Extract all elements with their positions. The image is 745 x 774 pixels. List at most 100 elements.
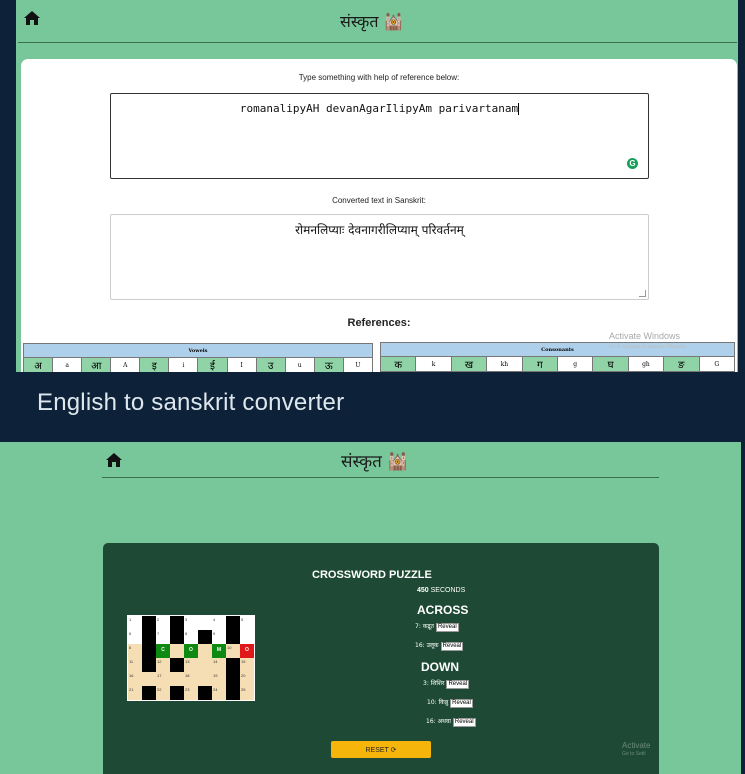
crossword-cell[interactable] bbox=[170, 672, 184, 686]
timer-unit: SECONDS bbox=[430, 587, 466, 594]
crossword-grid: 1 2 3 4 5 6 7 8 9 6 C O M 10 O 11 12 13 14 15 16 17 18 19 20 21 22… bbox=[127, 615, 255, 701]
activate-title: Activate Windows bbox=[609, 331, 681, 341]
reveal-button[interactable]: Reveal bbox=[435, 623, 459, 632]
crossword-block bbox=[142, 658, 156, 672]
crossword-cell[interactable]: 24 bbox=[212, 686, 226, 700]
crossword-cell[interactable]: O bbox=[240, 644, 254, 658]
consonant-cell: ङ bbox=[663, 356, 700, 372]
clue-text: 7: कद्रूत bbox=[415, 623, 434, 630]
roman-input-text: romanalipyAH devanAgarIlipyAm parivartan… bbox=[239, 102, 519, 115]
down-heading: DOWN bbox=[421, 660, 459, 674]
consonant-cell: घ bbox=[592, 356, 629, 372]
cell-number: 13 bbox=[185, 659, 190, 664]
site-title[interactable]: संस्कृत 🕍 bbox=[341, 449, 408, 472]
roman-input-field[interactable]: romanalipyAH devanAgarIlipyAm parivartan… bbox=[110, 93, 649, 179]
home-icon[interactable] bbox=[105, 452, 123, 468]
cell-number: 9 bbox=[213, 631, 216, 636]
reveal-button[interactable]: Reveal bbox=[440, 642, 464, 651]
crossword-cell[interactable]: 2 bbox=[156, 616, 170, 630]
crossword-cell[interactable]: O bbox=[184, 644, 198, 658]
crossword-cell[interactable]: 23 bbox=[184, 686, 198, 700]
crossword-cell[interactable]: 17 bbox=[156, 672, 170, 686]
crossword-cell[interactable]: C bbox=[156, 644, 170, 658]
home-icon[interactable] bbox=[23, 10, 41, 26]
vowel-cell: इ bbox=[139, 357, 170, 372]
crossword-block bbox=[198, 686, 212, 700]
crossword-cell[interactable]: 19 bbox=[212, 672, 226, 686]
vowel-roman-cell: U bbox=[342, 357, 374, 372]
vowel-cell: उ bbox=[255, 357, 286, 372]
reveal-button[interactable]: Reveal bbox=[446, 680, 470, 689]
crossword-cell[interactable] bbox=[198, 616, 212, 630]
crossword-cell[interactable] bbox=[142, 672, 156, 686]
reveal-button[interactable]: Reveal bbox=[450, 699, 473, 708]
crossword-cell[interactable]: 3 bbox=[184, 616, 198, 630]
crossword-block bbox=[170, 686, 184, 700]
crossword-cell[interactable]: 10 bbox=[226, 644, 240, 658]
cell-number: 18 bbox=[185, 673, 190, 678]
resize-handle-icon[interactable] bbox=[639, 290, 646, 297]
crossword-cell[interactable] bbox=[198, 672, 212, 686]
puzzle-title: CROSSWORD PUZZLE bbox=[312, 569, 432, 581]
crossword-cell[interactable]: 6 bbox=[128, 644, 142, 658]
crossword-cell[interactable]: 9 bbox=[212, 630, 226, 644]
crossword-cell[interactable]: 4 bbox=[212, 616, 226, 630]
reset-button[interactable]: RESET ⟳ bbox=[331, 741, 431, 758]
crossword-block bbox=[226, 658, 240, 672]
clue-text: 10: किन्नु bbox=[427, 699, 449, 706]
crossword-cell[interactable]: 1 bbox=[128, 616, 142, 630]
activate-subtitle: Go to Settings to activate Windows. bbox=[609, 344, 688, 350]
reveal-button[interactable]: Reveal bbox=[452, 718, 476, 727]
crossword-cell[interactable]: 11 bbox=[128, 658, 142, 672]
crossword-cell[interactable] bbox=[240, 630, 254, 644]
screen-edge-left bbox=[0, 0, 16, 372]
crossword-cell[interactable]: 22 bbox=[156, 686, 170, 700]
crossword-cell[interactable]: 21 bbox=[128, 686, 142, 700]
cell-number: 12 bbox=[157, 659, 162, 664]
activate-subtitle: Go to Setti bbox=[622, 751, 646, 757]
crossword-cell[interactable] bbox=[198, 644, 212, 658]
clue-text: 16: उलूक bbox=[415, 642, 439, 649]
vowel-cell: ऊ bbox=[313, 357, 344, 372]
crossword-cell[interactable]: 15 bbox=[240, 658, 254, 672]
cell-number: 5 bbox=[241, 617, 244, 622]
crossword-block bbox=[198, 630, 212, 644]
crossword-block bbox=[170, 658, 184, 672]
grammarly-icon[interactable]: G bbox=[627, 158, 638, 169]
crossword-block bbox=[142, 616, 156, 630]
crossword-cell[interactable]: M bbox=[212, 644, 226, 658]
cell-number: 15 bbox=[241, 659, 246, 664]
crossword-cell[interactable]: 12 bbox=[156, 658, 170, 672]
crossword-cell[interactable]: 25 bbox=[240, 686, 254, 700]
crossword-cell[interactable]: 6 bbox=[128, 630, 142, 644]
down-clue: 10: किन्नु Reveal bbox=[427, 698, 473, 708]
crossword-cell[interactable]: 20 bbox=[240, 672, 254, 686]
crossword-block bbox=[142, 644, 156, 658]
crossword-cell[interactable]: 8 bbox=[184, 630, 198, 644]
crossword-block bbox=[170, 630, 184, 644]
crossword-cell[interactable]: 13 bbox=[184, 658, 198, 672]
vowel-cell: अ bbox=[22, 357, 54, 372]
crossword-cell[interactable] bbox=[198, 658, 212, 672]
crossword-cell[interactable]: 7 bbox=[156, 630, 170, 644]
crossword-cell[interactable]: 5 bbox=[240, 616, 254, 630]
site-title[interactable]: संस्कृत 🕍 bbox=[340, 10, 403, 32]
sanskrit-output-field[interactable]: रोमनलिप्याः देवनागरीलिप्याम् परिवर्तनम् bbox=[110, 214, 649, 300]
crossword-cell[interactable]: 14 bbox=[212, 658, 226, 672]
activate-title: Activate bbox=[622, 741, 651, 750]
cell-number: 23 bbox=[185, 687, 190, 692]
cell-number: 22 bbox=[157, 687, 162, 692]
crossword-cell[interactable]: 16 bbox=[128, 672, 142, 686]
cell-number: 1 bbox=[129, 617, 132, 622]
cell-number: 8 bbox=[185, 631, 188, 636]
vowel-cell: ई bbox=[197, 357, 228, 372]
vowel-roman-cell: u bbox=[284, 357, 315, 372]
slide-caption: English to sanskrit converter bbox=[37, 389, 345, 416]
header-divider bbox=[18, 42, 737, 43]
consonant-roman-cell: G bbox=[698, 356, 736, 372]
crossword-cell[interactable]: 18 bbox=[184, 672, 198, 686]
consonant-roman-cell: gh bbox=[627, 356, 665, 372]
crossword-cell[interactable] bbox=[170, 644, 184, 658]
cell-letter: M bbox=[216, 647, 222, 653]
cell-number: 6 bbox=[129, 645, 132, 650]
